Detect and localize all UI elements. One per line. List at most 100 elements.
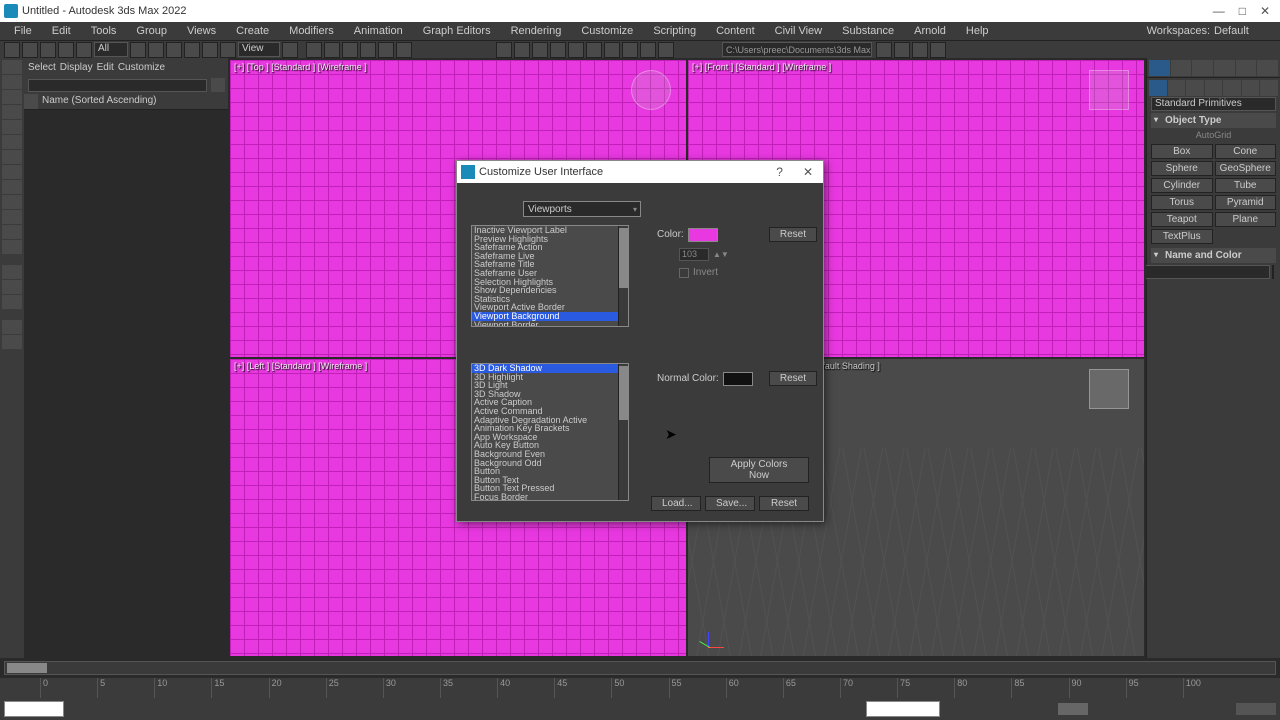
vp-front-label[interactable]: [+] [Front ] [Standard ] [Wireframe ] [692, 62, 831, 72]
cat-systems-icon[interactable] [1260, 80, 1278, 96]
filter-light-icon[interactable] [2, 120, 22, 134]
scale-button[interactable] [202, 42, 218, 58]
proj3-button[interactable] [912, 42, 928, 58]
menu-views[interactable]: Views [179, 25, 224, 37]
menu-content[interactable]: Content [708, 25, 763, 37]
manip-button[interactable] [306, 42, 322, 58]
tab-motion[interactable] [1214, 60, 1235, 76]
menu-modifiers[interactable]: Modifiers [281, 25, 342, 37]
filter-dropdown[interactable]: All [94, 42, 128, 57]
menu-create[interactable]: Create [228, 25, 277, 37]
filter-cam-icon[interactable] [2, 135, 22, 149]
dialog-titlebar[interactable]: Customize User Interface ? ✕ [457, 161, 823, 183]
btn-cylinder[interactable]: Cylinder [1151, 178, 1213, 193]
viewcube-icon[interactable] [1089, 369, 1129, 409]
cat-helpers-icon[interactable] [1223, 80, 1241, 96]
viewcube-icon[interactable] [631, 70, 671, 110]
render-frame-button[interactable] [640, 42, 656, 58]
time-ruler[interactable]: 0510152025303540455055606570758085909510… [0, 678, 1280, 698]
btn-box[interactable]: Box [1151, 144, 1213, 159]
menu-scripting[interactable]: Scripting [645, 25, 704, 37]
filter-group-icon[interactable] [2, 180, 22, 194]
menu-arnold[interactable]: Arnold [906, 25, 954, 37]
reset-all-button[interactable]: Reset [759, 496, 809, 511]
cat-lights-icon[interactable] [1186, 80, 1204, 96]
filter-helper-icon[interactable] [2, 150, 22, 164]
elements-dropdown[interactable]: Viewports [523, 201, 641, 217]
proj1-button[interactable] [876, 42, 892, 58]
btn-pyramid[interactable]: Pyramid [1215, 195, 1277, 210]
rollout-object-type[interactable]: Object Type [1151, 113, 1276, 128]
load-button[interactable]: Load... [651, 496, 701, 511]
placement-button[interactable] [220, 42, 236, 58]
undo-button[interactable] [4, 42, 20, 58]
filter-extra2-icon[interactable] [2, 280, 22, 294]
intensity-spinner[interactable]: 103 [679, 248, 709, 261]
menu-group[interactable]: Group [128, 25, 175, 37]
refcoord-dropdown[interactable]: View [238, 42, 280, 57]
time-thumb[interactable] [7, 663, 47, 673]
se-display[interactable]: Display [60, 62, 93, 73]
normal-color-swatch[interactable] [723, 372, 753, 386]
dialog-help-button[interactable]: ? [770, 165, 789, 179]
menu-tools[interactable]: Tools [83, 25, 125, 37]
filter-extra4-icon[interactable] [2, 320, 22, 334]
status-box-1[interactable] [4, 701, 64, 717]
rollout-name-color[interactable]: Name and Color [1151, 248, 1276, 263]
menu-civilview[interactable]: Civil View [767, 25, 830, 37]
maximize-button[interactable]: □ [1239, 4, 1246, 18]
menu-substance[interactable]: Substance [834, 25, 902, 37]
list-item[interactable]: Viewport Border [472, 321, 628, 327]
se-search[interactable] [28, 79, 207, 92]
namedsel-button[interactable] [496, 42, 512, 58]
btn-geosphere[interactable]: GeoSphere [1215, 161, 1277, 176]
filter-frozen-icon[interactable] [2, 240, 22, 254]
menu-rendering[interactable]: Rendering [503, 25, 570, 37]
rotate-button[interactable] [184, 42, 200, 58]
apply-colors-button[interactable]: Apply Colors Now [709, 457, 809, 483]
filter-xref-icon[interactable] [2, 195, 22, 209]
filter-container-icon[interactable] [2, 225, 22, 239]
filter-all-icon[interactable] [2, 60, 22, 74]
layers-button[interactable] [550, 42, 566, 58]
pivot-button[interactable] [282, 42, 298, 58]
proj4-button[interactable] [930, 42, 946, 58]
vp-left-label[interactable]: [+] [Left ] [Standard ] [Wireframe ] [234, 361, 367, 371]
cat-shapes-icon[interactable] [1168, 80, 1186, 96]
unlink-button[interactable] [58, 42, 74, 58]
render-button[interactable] [658, 42, 674, 58]
tab-modify[interactable] [1171, 60, 1192, 76]
btn-plane[interactable]: Plane [1215, 212, 1277, 227]
menu-grapheditors[interactable]: Graph Editors [415, 25, 499, 37]
btn-cone[interactable]: Cone [1215, 144, 1277, 159]
tab-hierarchy[interactable] [1192, 60, 1213, 76]
render-setup-button[interactable] [622, 42, 638, 58]
align-button[interactable] [532, 42, 548, 58]
menu-edit[interactable]: Edit [44, 25, 79, 37]
menu-file[interactable]: File [6, 25, 40, 37]
tab-create[interactable] [1149, 60, 1170, 76]
redo-button[interactable] [22, 42, 38, 58]
keymode-button[interactable] [324, 42, 340, 58]
autokey-button[interactable] [1058, 703, 1088, 715]
workspaces-dropdown[interactable]: Default [1214, 25, 1274, 37]
menu-help[interactable]: Help [958, 25, 997, 37]
dialog-close-button[interactable]: ✕ [797, 165, 819, 179]
curve-button[interactable] [568, 42, 584, 58]
pctsnap-button[interactable] [378, 42, 394, 58]
invert-checkbox[interactable] [679, 268, 689, 278]
project-path[interactable]: C:\Users\preec\Documents\3ds Max 2022 [722, 42, 872, 57]
se-col-name[interactable]: Name (Sorted Ascending) [38, 94, 231, 109]
se-col-icon[interactable] [24, 94, 38, 109]
tab-display[interactable] [1236, 60, 1257, 76]
menu-customize[interactable]: Customize [573, 25, 641, 37]
cat-geometry-icon[interactable] [1149, 80, 1167, 96]
filter-extra5-icon[interactable] [2, 335, 22, 349]
cat-spacewarps-icon[interactable] [1242, 80, 1260, 96]
snap-button[interactable] [342, 42, 358, 58]
object-color-swatch[interactable] [1272, 265, 1274, 279]
filter-geo-icon[interactable] [2, 90, 22, 104]
angsnap-button[interactable] [360, 42, 376, 58]
close-button[interactable]: ✕ [1260, 4, 1270, 18]
se-clear-icon[interactable] [211, 78, 225, 92]
